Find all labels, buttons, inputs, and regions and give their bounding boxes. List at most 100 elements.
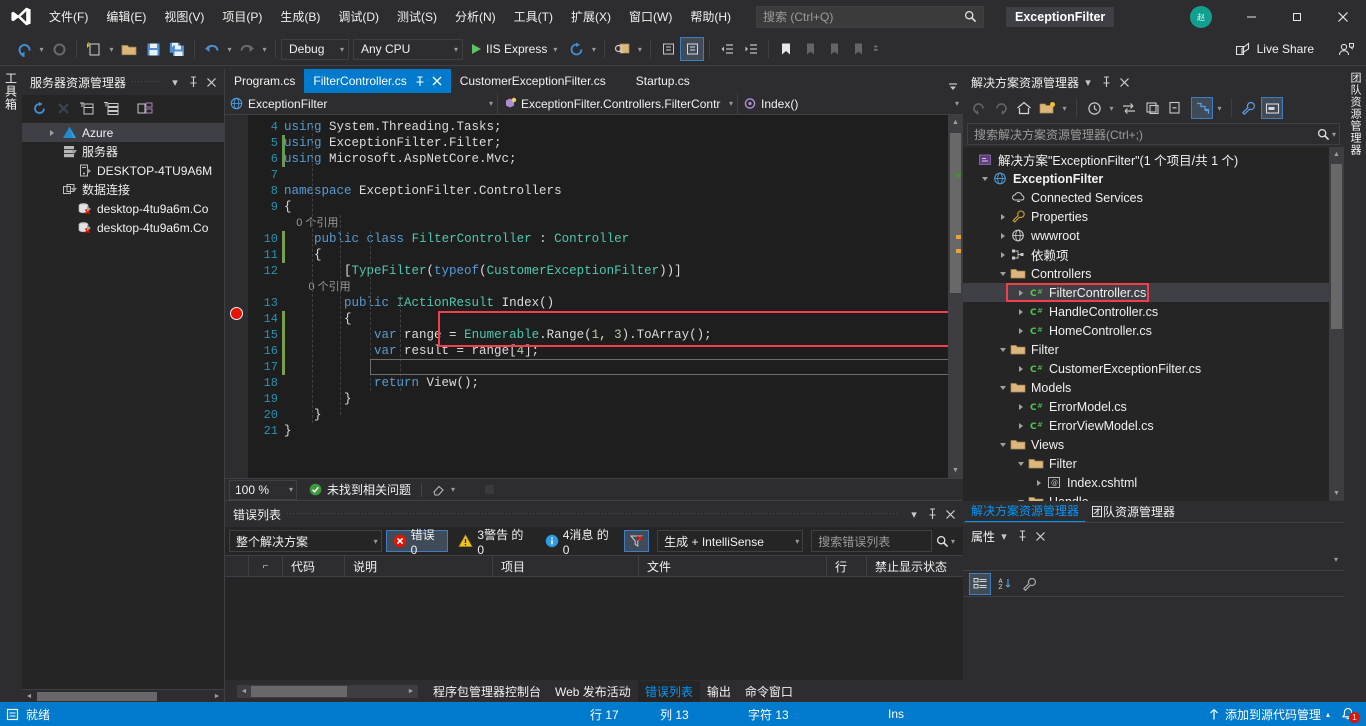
undo-dropdown-icon[interactable]: ▾ bbox=[224, 37, 235, 61]
tree-node-data-connections[interactable]: 数据连接 bbox=[22, 180, 224, 199]
issues-indicator[interactable]: 未找到相关问题 bbox=[309, 481, 411, 498]
show-all-files-icon[interactable] bbox=[1036, 97, 1058, 119]
solution-explorer-tree[interactable]: 解决方案"ExceptionFilter"(1 个项目/共 1 个) Excep… bbox=[963, 147, 1344, 501]
preview-selected-items-icon[interactable] bbox=[1191, 97, 1213, 119]
chevron-down-icon[interactable] bbox=[995, 443, 1010, 447]
se-node-wwwroot[interactable]: wwwroot bbox=[963, 226, 1344, 245]
warnings-filter-button[interactable]: 3警告 的 0 bbox=[452, 530, 534, 552]
new-project-dropdown-icon[interactable]: ▾ bbox=[106, 37, 117, 61]
scroll-thumb[interactable] bbox=[1331, 164, 1342, 329]
nav-member-combo[interactable]: Index() ▾ bbox=[738, 93, 963, 115]
hot-reload-dropdown-icon[interactable]: ▾ bbox=[588, 37, 599, 61]
previous-bookmark-icon[interactable] bbox=[798, 37, 822, 61]
tab-overflow-icon[interactable] bbox=[943, 81, 963, 93]
se-node-models-folder[interactable]: Models bbox=[963, 378, 1344, 397]
breakpoint-gutter[interactable] bbox=[225, 115, 248, 478]
chevron-right-icon[interactable] bbox=[1013, 328, 1028, 334]
dock-tab-output[interactable]: 输出 bbox=[700, 681, 738, 702]
panel-menu-chevron-icon[interactable]: ▾ bbox=[995, 526, 1013, 546]
menu-item-debug[interactable]: 调试(D) bbox=[329, 3, 388, 30]
next-bookmark-icon[interactable] bbox=[822, 37, 846, 61]
code-editor[interactable]: 456789 101112 131415161718192021 bbox=[225, 115, 963, 478]
se-node-views-filter-folder[interactable]: Filter bbox=[963, 454, 1344, 473]
properties-window-icon[interactable] bbox=[1261, 97, 1283, 119]
property-pages-wrench-icon[interactable] bbox=[1019, 573, 1041, 595]
menu-item-extensions[interactable]: 扩展(X) bbox=[562, 3, 620, 30]
scroll-right-icon[interactable]: ► bbox=[404, 685, 418, 698]
close-icon[interactable] bbox=[202, 72, 220, 92]
pin-icon[interactable] bbox=[1097, 72, 1115, 92]
se-node-project[interactable]: ExceptionFilter bbox=[963, 169, 1344, 188]
dock-tab-web-publish-activity[interactable]: Web 发布活动 bbox=[548, 681, 638, 702]
issue-navigation[interactable]: ▾ bbox=[432, 483, 455, 496]
scroll-left-icon[interactable]: ◄ bbox=[22, 690, 36, 703]
chevron-right-icon[interactable] bbox=[81, 225, 96, 231]
column-line[interactable]: 行 bbox=[827, 555, 867, 577]
minimize-button[interactable] bbox=[1228, 0, 1274, 33]
menu-item-window[interactable]: 窗口(W) bbox=[620, 3, 681, 30]
solution-platform-combo[interactable]: Any CPU ▾ bbox=[353, 39, 463, 60]
preview-dropdown-icon[interactable]: ▾ bbox=[1214, 96, 1225, 120]
hot-reload-icon[interactable] bbox=[564, 37, 588, 61]
pin-icon[interactable] bbox=[184, 72, 202, 92]
navigate-backward-dropdown-icon[interactable]: ▾ bbox=[36, 37, 47, 61]
tab-solution-explorer[interactable]: 解决方案资源管理器 bbox=[965, 500, 1085, 522]
chevron-right-icon[interactable] bbox=[995, 214, 1010, 220]
panel-menu-chevron-icon[interactable]: ▾ bbox=[166, 72, 184, 92]
connect-database-icon[interactable] bbox=[100, 97, 122, 119]
chevron-down-icon[interactable] bbox=[995, 386, 1010, 390]
refresh-icon[interactable] bbox=[28, 97, 50, 119]
se-node-homecontroller-cs[interactable]: C# HomeController.cs bbox=[963, 321, 1344, 340]
menu-item-view[interactable]: 视图(V) bbox=[155, 3, 213, 30]
se-node-errormodel-cs[interactable]: C# ErrorModel.cs bbox=[963, 397, 1344, 416]
save-all-icon[interactable] bbox=[165, 37, 189, 61]
pending-changes-icon[interactable] bbox=[1083, 97, 1105, 119]
chevron-right-icon[interactable] bbox=[44, 130, 59, 136]
chevron-down-icon[interactable] bbox=[977, 177, 992, 181]
scroll-right-icon[interactable]: ► bbox=[210, 690, 224, 703]
live-share-button[interactable]: Live Share bbox=[1229, 39, 1320, 59]
se-node-filter-folder[interactable]: Filter bbox=[963, 340, 1344, 359]
panel-menu-chevron-icon[interactable]: ▾ bbox=[1079, 72, 1097, 92]
start-debugging-button[interactable]: IIS Express ▾ bbox=[469, 38, 560, 60]
tab-program-cs[interactable]: Program.cs bbox=[225, 69, 304, 93]
properties-grid[interactable] bbox=[963, 597, 1344, 702]
navigate-forward-icon[interactable] bbox=[47, 37, 71, 61]
tab-customerexceptionfilter-cs[interactable]: CustomerExceptionFilter.cs bbox=[451, 69, 615, 93]
categorized-view-icon[interactable] bbox=[969, 573, 991, 595]
se-node-properties[interactable]: Properties bbox=[963, 207, 1344, 226]
chevron-down-icon[interactable] bbox=[66, 188, 81, 192]
scroll-down-icon[interactable]: ▼ bbox=[948, 463, 963, 478]
chevron-right-icon[interactable] bbox=[1013, 366, 1028, 372]
se-node-controllers-folder[interactable]: Controllers bbox=[963, 264, 1344, 283]
team-explorer-vertical-tab[interactable]: 团队资源管理器 bbox=[1344, 66, 1366, 702]
comment-block-icon[interactable] bbox=[656, 37, 680, 61]
editor-vertical-scrollbar[interactable]: ▲ ▼ bbox=[948, 115, 963, 478]
panel-menu-chevron-icon[interactable]: ▾ bbox=[905, 504, 923, 524]
redo-icon[interactable] bbox=[235, 37, 259, 61]
increase-indent-icon[interactable] bbox=[739, 37, 763, 61]
code-text-area[interactable]: − − − using System.Threading.Tasks; usin… bbox=[282, 115, 948, 478]
scroll-up-icon[interactable]: ▲ bbox=[948, 115, 963, 130]
column-blank-1[interactable] bbox=[225, 555, 249, 577]
pin-icon[interactable] bbox=[1013, 526, 1031, 546]
solution-explorer-vscrollbar[interactable]: ▲ ▼ bbox=[1329, 147, 1344, 501]
column-severity[interactable]: ⌐ bbox=[249, 555, 283, 577]
navigate-backward-icon[interactable] bbox=[12, 37, 36, 61]
pending-changes-dropdown-icon[interactable]: ▾ bbox=[1106, 96, 1117, 120]
se-node-solution[interactable]: 解决方案"ExceptionFilter"(1 个项目/共 1 个) bbox=[963, 150, 1344, 169]
menu-item-tools[interactable]: 工具(T) bbox=[505, 3, 562, 30]
show-all-files-dropdown-icon[interactable]: ▾ bbox=[1059, 96, 1070, 120]
clear-filter-button[interactable] bbox=[624, 530, 649, 552]
tab-filtercontroller-cs[interactable]: FilterController.cs bbox=[304, 69, 450, 93]
chevron-right-icon[interactable] bbox=[1013, 404, 1028, 410]
chevron-down-icon[interactable] bbox=[1013, 500, 1028, 502]
scroll-thumb[interactable] bbox=[251, 686, 347, 697]
collapse-all-icon[interactable] bbox=[1164, 97, 1186, 119]
chevron-right-icon[interactable] bbox=[995, 252, 1010, 258]
chevron-right-icon[interactable] bbox=[81, 168, 96, 174]
chevron-right-icon[interactable] bbox=[1013, 309, 1028, 315]
tree-node-database-2[interactable]: desktop-4tu9a6m.Co bbox=[22, 218, 224, 237]
nav-project-combo[interactable]: ExceptionFilter ▾ bbox=[225, 93, 498, 115]
build-filter-combo[interactable]: 生成 + IntelliSense ▾ bbox=[657, 530, 803, 552]
